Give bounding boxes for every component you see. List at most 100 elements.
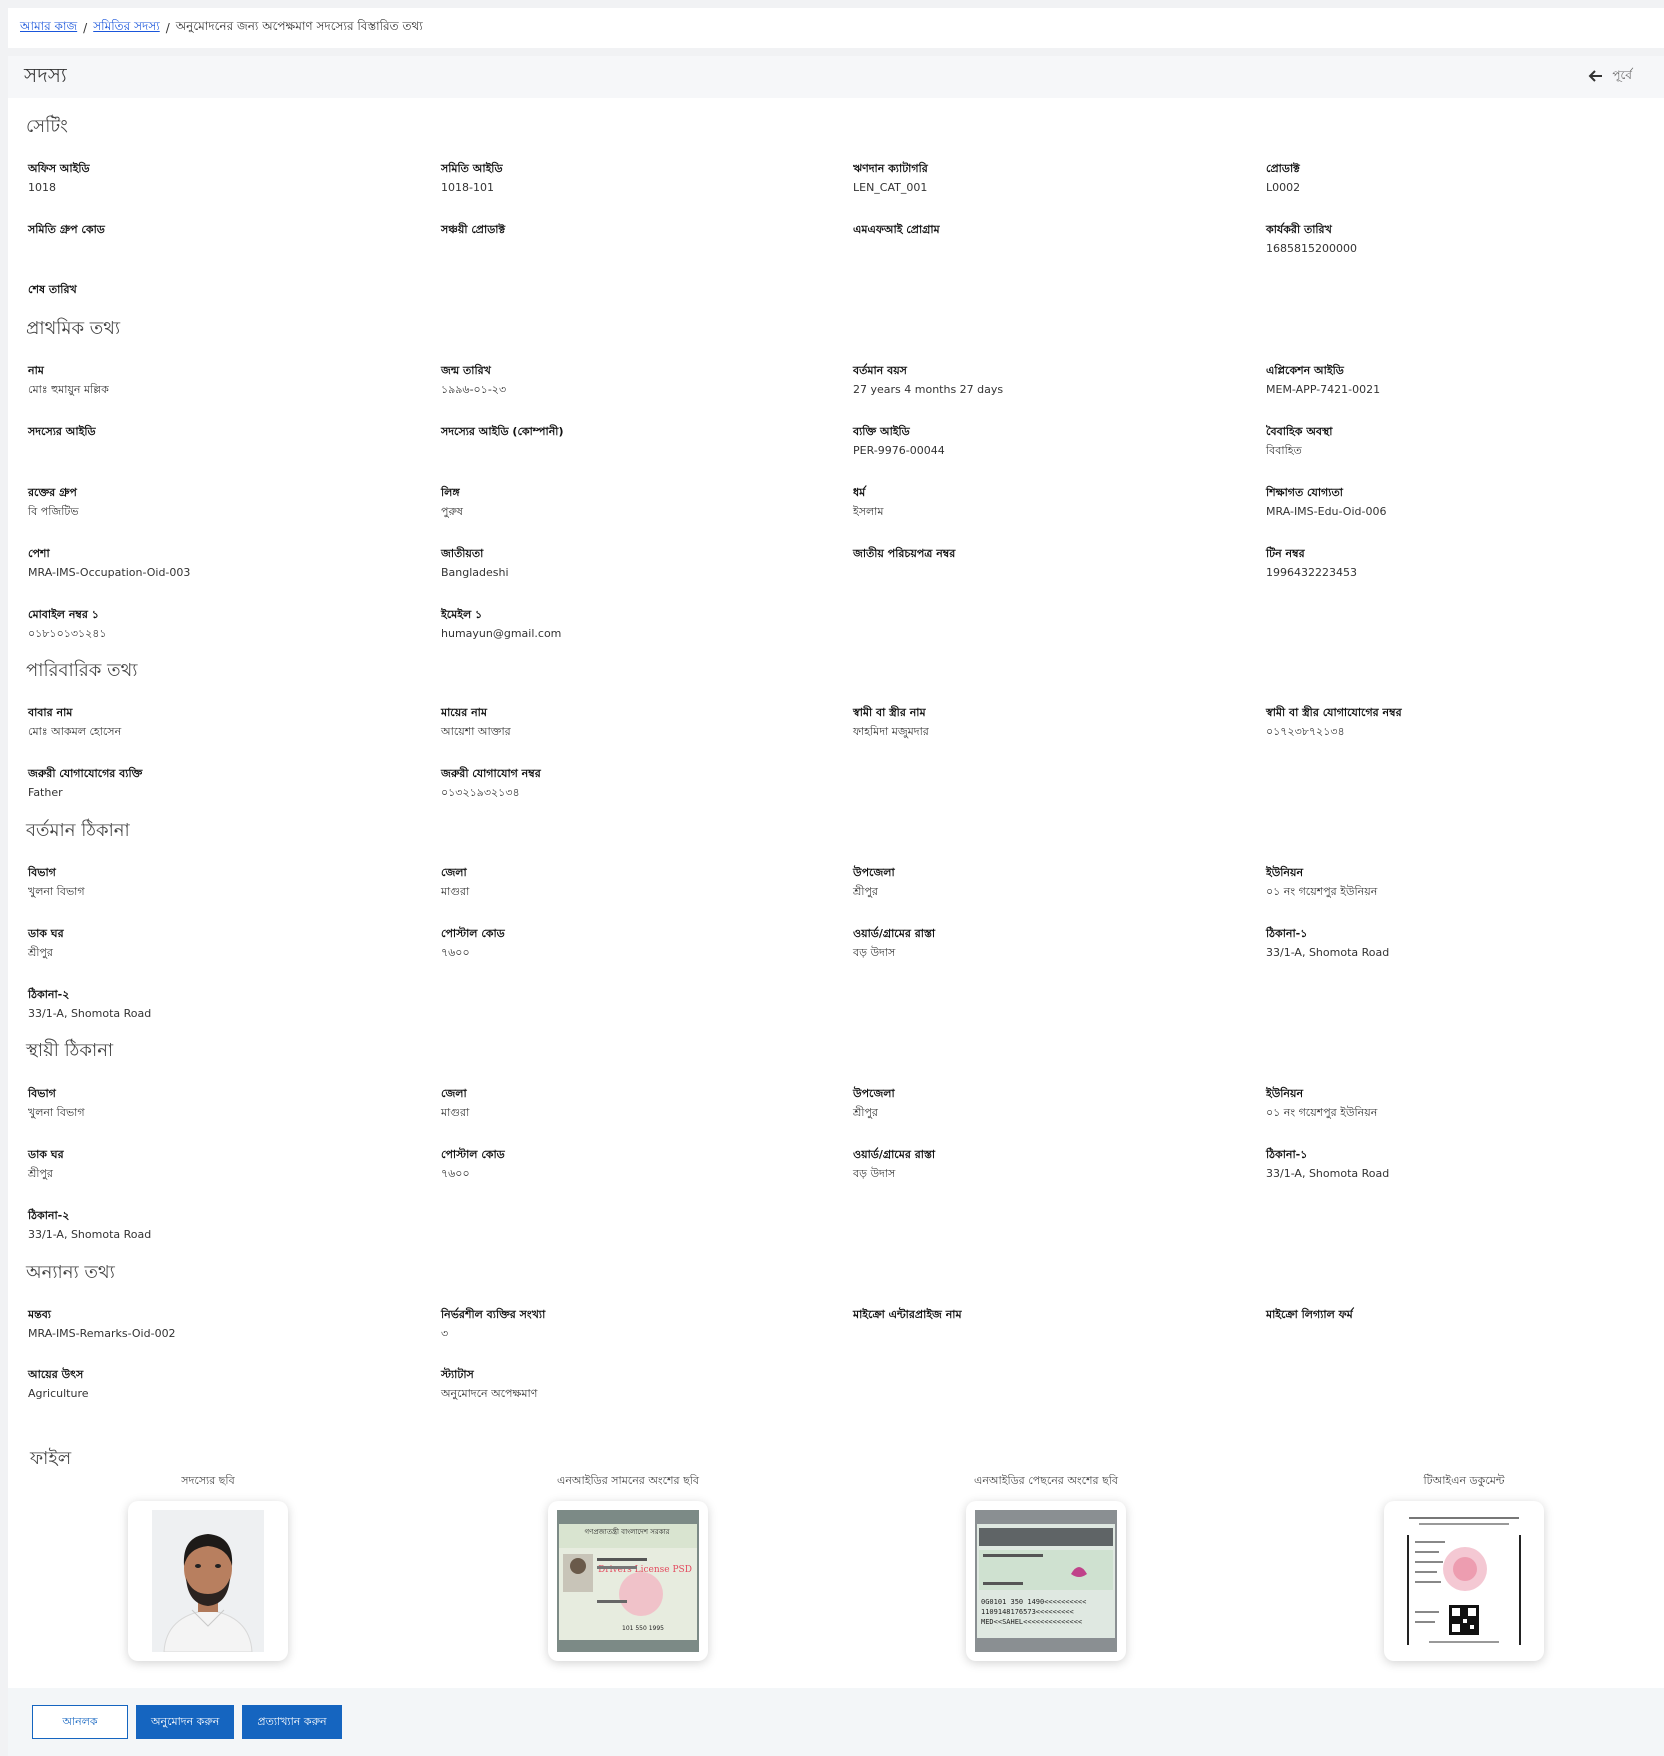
field-value: ০১ নং গয়েশপুর ইউনিয়ন: [1266, 1106, 1378, 1119]
file-member-photo: সদস্যের ছবি: [58, 1472, 358, 1661]
field-value: humayun@gmail.com: [441, 627, 562, 640]
field-value: পুরুষ: [441, 505, 463, 518]
field-label: পোস্টাল কোড: [441, 927, 505, 940]
field-present-ward: ওয়ার্ড/গ্রামের রাস্তা বড় উদাস: [853, 927, 1253, 960]
field-label: অফিস আইডি: [28, 162, 90, 175]
field-label: বিভাগ: [28, 1087, 56, 1100]
field-value: খুলনা বিভাগ: [28, 1106, 85, 1119]
section-title-family: পারিবারিক তথ্য: [26, 660, 138, 681]
field-label: ওয়ার্ড/গ্রামের রাস্তা: [853, 1148, 936, 1161]
member-photo-thumbnail[interactable]: [128, 1501, 288, 1661]
field-label: স্ট্যাটাস: [441, 1368, 474, 1381]
nid-front-image: গণপ্রজাতন্ত্রী বাংলাদেশ সরকার Drivers Li…: [557, 1510, 699, 1652]
section-title-present-address: বর্তমান ঠিকানা: [26, 820, 130, 841]
field-value: ৭৬০০: [441, 946, 470, 959]
field-value: MEM-APP-7421-0021: [1266, 383, 1381, 396]
field-label: মাইক্রো এন্টারপ্রাইজ নাম: [853, 1308, 962, 1321]
field-label: ব্যক্তি আইডি: [853, 425, 910, 438]
field-nationality: জাতীয়তা Bangladeshi: [441, 547, 841, 580]
member-details-panel: সেটিং অফিস আইডি 1018 সমিতি আইডি 1018-101 ঋ…: [8, 98, 1664, 1688]
field-label: বর্তমান বয়স: [853, 364, 907, 377]
field-education: শিক্ষাগত যোগ্যতা MRA-IMS-Edu-Oid-006: [1266, 486, 1664, 519]
field-value: বিবাহিত: [1266, 444, 1302, 457]
field-permanent-upazila: উপজেলা শ্রীপুর: [853, 1087, 1253, 1120]
field-value: অনুমোদনে অপেক্ষমাণ: [441, 1387, 538, 1400]
field-effective-date: কার্যকরী তারিখ 1685815200000: [1266, 223, 1664, 256]
field-group-code: সমিতি গ্রুপ কোড: [28, 223, 428, 242]
field-label: ইউনিয়ন: [1266, 1087, 1304, 1100]
field-label: এপ্লিকেশন আইডি: [1266, 364, 1344, 377]
field-value: শ্রীপুর: [28, 946, 53, 959]
field-tin: টিন নম্বর 1996432223453: [1266, 547, 1664, 580]
field-label: সমিতি আইডি: [441, 162, 503, 175]
field-application-id: এপ্লিকেশন আইডি MEM-APP-7421-0021: [1266, 364, 1664, 397]
breadcrumb-home-link[interactable]: আমার কাজ: [20, 18, 77, 38]
field-end-date: শেষ তারিখ: [28, 283, 428, 302]
field-spouse-name: স্বামী বা স্ত্রীর নাম ফাহমিদা মজুমদার: [853, 706, 1253, 739]
field-value: 1018-101: [441, 181, 494, 194]
nid-back-thumbnail[interactable]: 0G0101 350 1490<<<<<<<<<< 1109148176573<…: [966, 1501, 1126, 1661]
page-header: সদস্য পূর্বে: [8, 56, 1664, 98]
field-samity-id: সমিতি আইডি 1018-101: [441, 162, 841, 195]
field-age: বর্তমান বয়স 27 years 4 months 27 days: [853, 364, 1253, 397]
field-spouse-phone: স্বামী বা স্ত্রীর যোগাযোগের নম্বর ০১৭২৩৮৭…: [1266, 706, 1664, 739]
field-label: ঠিকানা-১: [1266, 1148, 1308, 1161]
decline-button[interactable]: প্রত্যাখ্যান করুন: [242, 1705, 342, 1739]
field-label: লিঙ্গ: [441, 486, 460, 499]
approve-button[interactable]: অনুমোদন করুন: [136, 1705, 235, 1739]
field-permanent-post-office: ডাক ঘর শ্রীপুর: [28, 1148, 428, 1181]
file-tin-document: টিআইএন ডকুমেন্ট: [1314, 1472, 1614, 1661]
file-caption: এনআইডির সামনের অংশের ছবি: [556, 1474, 700, 1487]
field-label: আয়ের উৎস: [28, 1368, 84, 1381]
field-value: ফাহমিদা মজুমদার: [853, 725, 929, 738]
field-label: জরুরী যোগাযোগের ব্যক্তি: [28, 767, 143, 780]
field-religion: ধর্ম ইসলাম: [853, 486, 1253, 519]
field-emergency-person: জরুরী যোগাযোগের ব্যক্তি Father: [28, 767, 428, 800]
field-name: নাম মোঃ হুমায়ুন মল্লিক: [28, 364, 428, 397]
field-emergency-phone: জরুরী যোগাযোগ নম্বর ০১৩২১৯৩২১৩৪: [441, 767, 841, 800]
field-label: জেলা: [441, 1087, 467, 1100]
section-title-permanent-address: স্থায়ী ঠিকানা: [26, 1040, 114, 1061]
file-nid-back: এনআইডির পেছনের অংশের ছবি 0G0101 350 1490…: [896, 1472, 1196, 1661]
field-label: জাতীয়তা: [441, 547, 484, 560]
field-value: মাগুরা: [441, 1106, 470, 1119]
nid-back-image: 0G0101 350 1490<<<<<<<<<< 1109148176573<…: [975, 1510, 1117, 1652]
field-label: সমিতি গ্রুপ কোড: [28, 223, 105, 236]
tin-document-thumbnail[interactable]: [1384, 1501, 1544, 1661]
action-footer: আনলক অনুমোদন করুন প্রত্যাখ্যান করুন: [8, 1688, 1664, 1756]
file-caption: টিআইএন ডকুমেন্ট: [1423, 1474, 1505, 1487]
field-savings-product: সঞ্চয়ী প্রোডাক্ট: [441, 223, 841, 242]
field-label: প্রোডাক্ট: [1266, 162, 1300, 175]
field-label: জরুরী যোগাযোগ নম্বর: [441, 767, 541, 780]
back-button[interactable]: পূর্বে: [1588, 67, 1632, 87]
field-permanent-address1: ঠিকানা-১ 33/1-A, Shomota Road: [1266, 1148, 1664, 1181]
field-label: স্বামী বা স্ত্রীর যোগাযোগের নম্বর: [1266, 706, 1402, 719]
field-label: টিন নম্বর: [1266, 547, 1305, 560]
field-present-district: জেলা মাগুরা: [441, 866, 841, 899]
unlock-button[interactable]: আনলক: [32, 1705, 128, 1739]
field-income-source: আয়ের উৎস Agriculture: [28, 1368, 428, 1401]
field-loan-category: ঋণদান ক্যাটাগরি LEN_CAT_001: [853, 162, 1253, 195]
field-label: সদস্যের আইডি: [28, 425, 96, 438]
field-label: স্বামী বা স্ত্রীর নাম: [853, 706, 926, 719]
field-value: মোঃ হুমায়ুন মল্লিক: [28, 383, 109, 396]
field-remarks: মন্তব্য MRA-IMS-Remarks-Oid-002: [28, 1308, 428, 1341]
breadcrumb-members-link[interactable]: সমিতির সদস্য: [93, 18, 160, 38]
field-value: ৩: [441, 1327, 449, 1340]
field-member-id: সদস্যের আইডি: [28, 425, 428, 444]
field-value: Father: [28, 786, 63, 799]
field-marital-status: বৈবাহিক অবস্থা বিবাহিত: [1266, 425, 1664, 458]
field-present-postal-code: পোস্টাল কোড ৭৬০০: [441, 927, 841, 960]
breadcrumb-separator: /: [165, 21, 170, 35]
nid-front-thumbnail[interactable]: গণপ্রজাতন্ত্রী বাংলাদেশ সরকার Drivers Li…: [548, 1501, 708, 1661]
field-value: 1685815200000: [1266, 242, 1357, 255]
field-label: জন্ম তারিখ: [441, 364, 491, 377]
field-value: Agriculture: [28, 1387, 89, 1400]
field-label: মায়ের নাম: [441, 706, 487, 719]
field-mfi-program: এমএফআই প্রোগ্রাম: [853, 223, 1253, 242]
field-value: ১৯৯৬-০১-২৩: [441, 383, 507, 396]
field-office-id: অফিস আইডি 1018: [28, 162, 428, 195]
nid-front-number: 101 550 1995: [622, 1625, 664, 1632]
field-present-upazila: উপজেলা শ্রীপুর: [853, 866, 1253, 899]
field-value: বড় উদাস: [853, 1167, 896, 1180]
